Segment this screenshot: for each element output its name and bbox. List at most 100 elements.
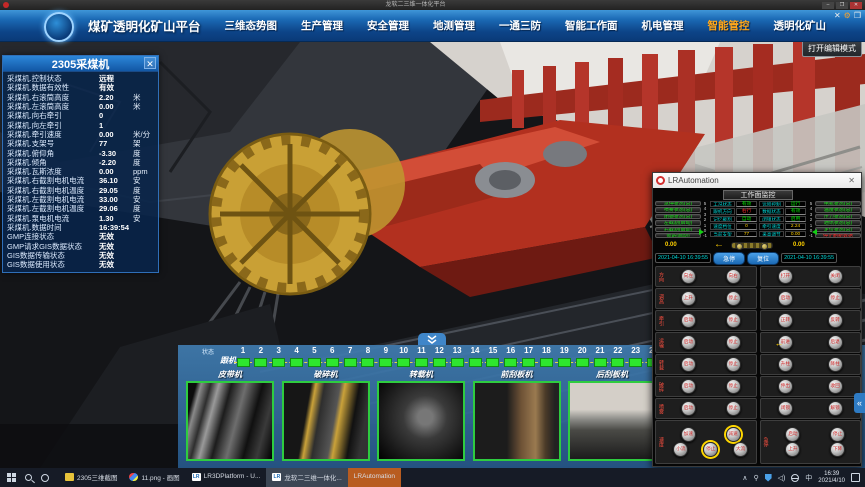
lra-status-button[interactable]: 急停状态(总) — [655, 201, 701, 206]
estop-button[interactable]: 急停 — [713, 252, 745, 265]
support-indicator[interactable] — [290, 358, 303, 367]
strip-collapse-tab[interactable] — [418, 333, 446, 345]
tray-chevron-icon[interactable]: ∧ — [742, 474, 747, 482]
support-indicator[interactable] — [611, 358, 624, 367]
task-view-icon[interactable] — [41, 474, 49, 482]
control-button-后退[interactable]: 后退 — [828, 335, 843, 350]
support-indicator[interactable] — [397, 358, 410, 367]
control-button-关闭[interactable]: 关闭 — [828, 269, 843, 284]
maximize-button[interactable]: ❐ — [836, 2, 848, 9]
support-indicator[interactable] — [522, 358, 535, 367]
open-edit-mode-button[interactable]: 打开编辑模式 — [802, 40, 862, 57]
wrench-icon[interactable]: ✕ — [834, 11, 841, 21]
camera-video-feed[interactable] — [377, 381, 465, 461]
control-button-停止[interactable]: 停止 — [830, 427, 845, 442]
control-button-向右[interactable]: 向右 — [726, 269, 741, 284]
control-button-闭锁[interactable]: 闭锁 — [778, 401, 793, 416]
tray-clock[interactable]: 16:39 2021/4/10 — [818, 471, 845, 485]
tray-usb-icon[interactable]: ⚲ — [753, 474, 758, 482]
search-icon[interactable] — [25, 474, 32, 481]
control-button-小流[interactable]: 小流 — [673, 442, 688, 457]
lra-status-button[interactable]: 压力状态(总) — [815, 214, 861, 219]
control-button-伸出[interactable]: 伸出 — [778, 379, 793, 394]
support-indicator[interactable] — [576, 358, 589, 367]
control-button-停止[interactable]: 停止 — [726, 335, 741, 350]
slider-knob-left[interactable] — [736, 243, 743, 250]
support-indicator[interactable] — [594, 358, 607, 367]
support-indicator[interactable] — [451, 358, 464, 367]
support-indicator[interactable] — [540, 358, 553, 367]
notification-center-icon[interactable] — [851, 473, 860, 482]
window-icon[interactable]: ❒ — [854, 11, 861, 21]
nav-item-智能管控[interactable]: 智能管控 — [696, 14, 762, 37]
tray-speaker-icon[interactable]: ◁) — [778, 474, 786, 482]
control-button-停止[interactable]: 停止 — [726, 401, 741, 416]
nav-item-三维态势图[interactable]: 三维态势图 — [213, 14, 290, 37]
control-button-收回[interactable]: 收回 — [828, 379, 843, 394]
gear-icon[interactable]: ⚙ — [844, 11, 851, 21]
control-button-启动[interactable]: 启动 — [681, 379, 696, 394]
lra-status-button[interactable]: 泵站(启动) — [655, 233, 701, 238]
nav-item-地测管理[interactable]: 地测管理 — [421, 14, 487, 37]
nav-item-生产管理[interactable]: 生产管理 — [289, 14, 355, 37]
camera-video-feed[interactable] — [282, 381, 370, 461]
control-button-正转[interactable]: 正转 — [778, 313, 793, 328]
control-button-降柱[interactable]: 降柱 — [828, 357, 843, 372]
control-button-解锁[interactable]: 解锁 — [828, 401, 843, 416]
support-indicator[interactable] — [433, 358, 446, 367]
tray-shield-icon[interactable] — [765, 474, 772, 482]
slider-track[interactable] — [731, 242, 773, 249]
control-button-停止[interactable]: 停止 — [726, 313, 741, 328]
minimize-button[interactable]: – — [822, 2, 834, 9]
control-button-减速[interactable]: 减速 — [726, 427, 741, 442]
control-button-启动[interactable]: 启动 — [681, 401, 696, 416]
taskbar-app-LR3DPlatform - U...[interactable]: LRLR3DPlatform - U... — [186, 468, 267, 487]
lra-close-icon[interactable]: ✕ — [845, 176, 858, 185]
control-button-向左[interactable]: 向左 — [681, 269, 696, 284]
control-button-启动[interactable]: 启动 — [785, 427, 800, 442]
control-button-停止[interactable]: 停止 — [703, 442, 718, 457]
lra-status-button[interactable]: 喷雾状态(总) — [655, 207, 701, 212]
support-indicator[interactable] — [361, 358, 374, 367]
control-button-停止[interactable]: 停止 — [828, 291, 843, 306]
machine-panel-close-icon[interactable]: ✕ — [144, 57, 156, 69]
lra-status-button[interactable]: 停止刷新数据 — [815, 233, 861, 238]
slider-knob-right[interactable] — [761, 243, 768, 250]
camera-video-feed[interactable] — [186, 381, 274, 461]
lra-status-button[interactable]: 定位状态(总) — [815, 227, 861, 232]
control-button-升柱[interactable]: 升柱 — [778, 357, 793, 372]
lra-status-button[interactable]: 通讯状态(总) — [815, 220, 861, 225]
nav-item-透明化矿山[interactable]: 透明化矿山 — [762, 14, 839, 37]
lra-status-button[interactable]: 闭锁状态(总) — [655, 214, 701, 219]
control-button-上升[interactable]: 上升 — [785, 442, 800, 457]
control-button-停止[interactable]: 停止 — [726, 357, 741, 372]
support-indicator[interactable] — [558, 358, 571, 367]
lra-titlebar[interactable]: LRAutomation ✕ — [653, 173, 861, 188]
camera-video-feed[interactable] — [568, 381, 656, 461]
taskbar-app-11.png - 画图[interactable]: 11.png - 画图 — [123, 468, 185, 487]
close-button[interactable]: ✕ — [850, 2, 862, 9]
control-button-上升[interactable]: 上升 — [681, 291, 696, 306]
support-indicator[interactable] — [504, 358, 517, 367]
lra-status-button[interactable]: 电机状态(总) — [815, 201, 861, 206]
lra-status-button[interactable]: 右截割(启动) — [655, 227, 701, 232]
control-button-加速[interactable]: 加速 — [681, 427, 696, 442]
reset-button[interactable]: 复位 — [747, 252, 779, 265]
support-indicator[interactable] — [254, 358, 267, 367]
control-button-大流[interactable]: 大流 — [733, 442, 748, 457]
support-indicator[interactable] — [629, 358, 642, 367]
support-indicator[interactable] — [308, 358, 321, 367]
start-button[interactable] — [7, 473, 16, 482]
support-indicator[interactable] — [415, 358, 428, 367]
support-indicator[interactable] — [272, 358, 285, 367]
control-button-停止[interactable]: 停止 — [726, 379, 741, 394]
support-indicator[interactable] — [486, 358, 499, 367]
control-button-打开[interactable]: 打开 — [778, 269, 793, 284]
nav-item-一通三防[interactable]: 一通三防 — [487, 14, 553, 37]
support-indicator[interactable] — [469, 358, 482, 367]
control-button-反转[interactable]: 反转 — [828, 313, 843, 328]
nav-item-智能工作面[interactable]: 智能工作面 — [553, 14, 630, 37]
lra-status-button[interactable]: 温度状态(总) — [815, 207, 861, 212]
taskbar-app-2305三维截图[interactable]: 2305三维截图 — [59, 468, 123, 487]
taskbar-app-龙软二三维一体化...[interactable]: LR龙软二三维一体化... — [266, 468, 347, 487]
